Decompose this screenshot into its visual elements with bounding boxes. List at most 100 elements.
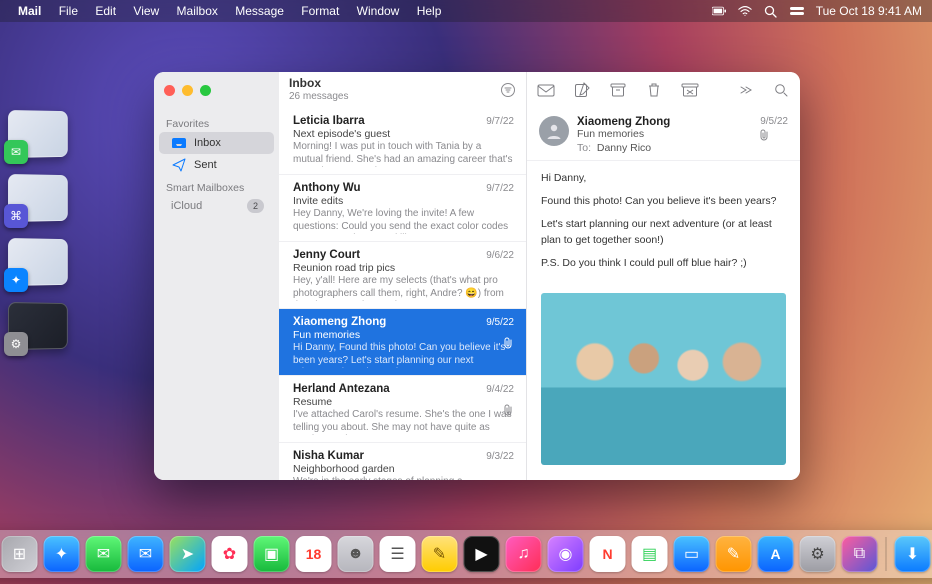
- message-row[interactable]: Anthony Wu9/7/22Invite editsHey Danny, W…: [279, 175, 526, 242]
- archive-button[interactable]: [609, 81, 627, 99]
- sidebar-item-label: Inbox: [194, 137, 264, 149]
- msg-from: Xiaomeng Zhong: [293, 316, 386, 328]
- dock-numbers[interactable]: ▤: [632, 536, 668, 572]
- dock-shortcuts[interactable]: ⧉: [842, 536, 878, 572]
- stage-thumb[interactable]: ✦: [8, 238, 86, 286]
- msg-date: 9/6/22: [486, 250, 514, 261]
- junk-button[interactable]: [681, 81, 699, 99]
- dock-reminders[interactable]: ☰: [380, 536, 416, 572]
- menu-file[interactable]: File: [59, 4, 78, 18]
- menu-help[interactable]: Help: [417, 4, 442, 18]
- message-header: Xiaomeng Zhong Fun memories To: Danny Ri…: [527, 108, 800, 161]
- message-attachment-image[interactable]: [541, 293, 786, 465]
- dock-keynote[interactable]: ▭: [674, 536, 710, 572]
- stage-thumb[interactable]: ⚙︎: [8, 302, 86, 350]
- stage-app-icon: ⚙︎: [4, 332, 28, 356]
- spotlight-icon[interactable]: [764, 4, 778, 18]
- menu-clock[interactable]: Tue Oct 18 9:41 AM: [816, 4, 922, 18]
- sidebar: Favorites Inbox Sent Smart MailboxesiCloud2: [154, 108, 279, 480]
- msg-date: 9/4/22: [486, 384, 514, 395]
- sidebar-item-label: Sent: [194, 159, 264, 171]
- sidebar-section-header[interactable]: Smart Mailboxes: [154, 176, 279, 196]
- control-center-icon[interactable]: [790, 4, 804, 18]
- msg-from: Nisha Kumar: [293, 450, 364, 462]
- menu-format[interactable]: Format: [301, 4, 339, 18]
- battery-icon[interactable]: [712, 4, 726, 18]
- sidebar-item-inbox[interactable]: Inbox: [159, 132, 274, 154]
- message-body[interactable]: Hi Danny, Found this photo! Can you beli…: [527, 161, 800, 289]
- sidebar-item-sent[interactable]: Sent: [159, 154, 274, 176]
- dock-tv[interactable]: ▶︎: [464, 536, 500, 572]
- stage-app-icon: ✉︎: [4, 140, 28, 164]
- message-row[interactable]: Xiaomeng Zhong9/5/22Fun memoriesHi Danny…: [279, 309, 526, 376]
- message-row[interactable]: Jenny Court9/6/22Reunion road trip picsH…: [279, 242, 526, 309]
- trash-button[interactable]: [645, 81, 663, 99]
- compose-button[interactable]: [573, 81, 591, 99]
- message-row[interactable]: Herland Antezana9/4/22ResumeI've attache…: [279, 376, 526, 443]
- dock-separator: [886, 537, 887, 571]
- dock-settings[interactable]: ⚙︎: [800, 536, 836, 572]
- dock-maps[interactable]: ➤: [170, 536, 206, 572]
- mailbox-count: 26 messages: [289, 91, 348, 103]
- msg-subject: Neighborhood garden: [293, 463, 514, 475]
- toolbar: [527, 72, 800, 108]
- reply-button[interactable]: [537, 81, 555, 99]
- menu-bar: Mail File Edit View Mailbox Message Form…: [0, 0, 932, 22]
- menu-view[interactable]: View: [133, 4, 159, 18]
- attachment-icon: [504, 337, 514, 349]
- pane-date: 9/5/22: [760, 116, 788, 127]
- dock-messages[interactable]: ✉︎: [86, 536, 122, 572]
- dock-podcasts[interactable]: ◉: [548, 536, 584, 572]
- dock-safari[interactable]: ✦: [44, 536, 80, 572]
- menu-app[interactable]: Mail: [18, 4, 41, 18]
- message-row[interactable]: Nisha Kumar9/3/22Neighborhood gardenWe'r…: [279, 443, 526, 480]
- sidebar-section-header[interactable]: Favorites: [154, 112, 279, 132]
- message-list: Leticia Ibarra9/7/22Next episode's guest…: [279, 108, 527, 480]
- close-button[interactable]: [164, 85, 175, 96]
- dock-launchpad[interactable]: ⊞: [2, 536, 38, 572]
- mailbox-title: Inbox: [289, 77, 348, 91]
- msg-subject: Invite edits: [293, 195, 514, 207]
- msg-from: Leticia Ibarra: [293, 115, 365, 127]
- menu-message[interactable]: Message: [235, 4, 284, 18]
- message-list-scroll[interactable]: Leticia Ibarra9/7/22Next episode's guest…: [279, 108, 526, 480]
- window-controls: [154, 72, 279, 108]
- menu-mailbox[interactable]: Mailbox: [177, 4, 218, 18]
- dock-facetime[interactable]: ▣: [254, 536, 290, 572]
- dock-mail[interactable]: ✉︎: [128, 536, 164, 572]
- sidebar-section-header[interactable]: iCloud2: [159, 196, 274, 216]
- msg-date: 9/3/22: [486, 451, 514, 462]
- menu-edit[interactable]: Edit: [95, 4, 116, 18]
- menu-window[interactable]: Window: [357, 4, 400, 18]
- dock-calendar[interactable]: 18: [296, 536, 332, 572]
- minimize-button[interactable]: [182, 85, 193, 96]
- dock-photos[interactable]: ✿: [212, 536, 248, 572]
- dock-notes[interactable]: ✎: [422, 536, 458, 572]
- msg-preview: Hey, y'all! Here are my selects (that's …: [293, 275, 514, 301]
- dock-pages[interactable]: ✎: [716, 536, 752, 572]
- app-menus: Mail File Edit View Mailbox Message Form…: [18, 4, 455, 18]
- more-button[interactable]: [736, 81, 754, 99]
- dock-music[interactable]: ♫: [506, 536, 542, 572]
- search-button[interactable]: [772, 81, 790, 99]
- dock-appstore[interactable]: A: [758, 536, 794, 572]
- stage-thumb[interactable]: ✉︎: [8, 110, 86, 158]
- stage-app-icon: ✦: [4, 268, 28, 292]
- dock-news[interactable]: N: [590, 536, 626, 572]
- stage-thumb[interactable]: ⌘: [8, 174, 86, 222]
- wifi-icon[interactable]: [738, 4, 752, 18]
- msg-date: 9/7/22: [486, 183, 514, 194]
- msg-date: 9/7/22: [486, 116, 514, 127]
- list-titlebar: Inbox 26 messages: [279, 72, 527, 108]
- attachment-icon: [504, 404, 514, 416]
- mail-window: Inbox 26 messages Favorites Inbox Sent Smar…: [154, 72, 800, 480]
- stage-manager: ✉︎ ⌘ ✦ ⚙︎: [8, 110, 86, 350]
- msg-from: Herland Antezana: [293, 383, 390, 395]
- message-row[interactable]: Leticia Ibarra9/7/22Next episode's guest…: [279, 108, 526, 175]
- filter-button[interactable]: [500, 82, 516, 98]
- dock-downloads[interactable]: ⬇︎: [895, 536, 931, 572]
- msg-preview: I've attached Carol's resume. She's the …: [293, 409, 514, 435]
- dock-contacts[interactable]: ☻: [338, 536, 374, 572]
- msg-date: 9/5/22: [486, 317, 514, 328]
- zoom-button[interactable]: [200, 85, 211, 96]
